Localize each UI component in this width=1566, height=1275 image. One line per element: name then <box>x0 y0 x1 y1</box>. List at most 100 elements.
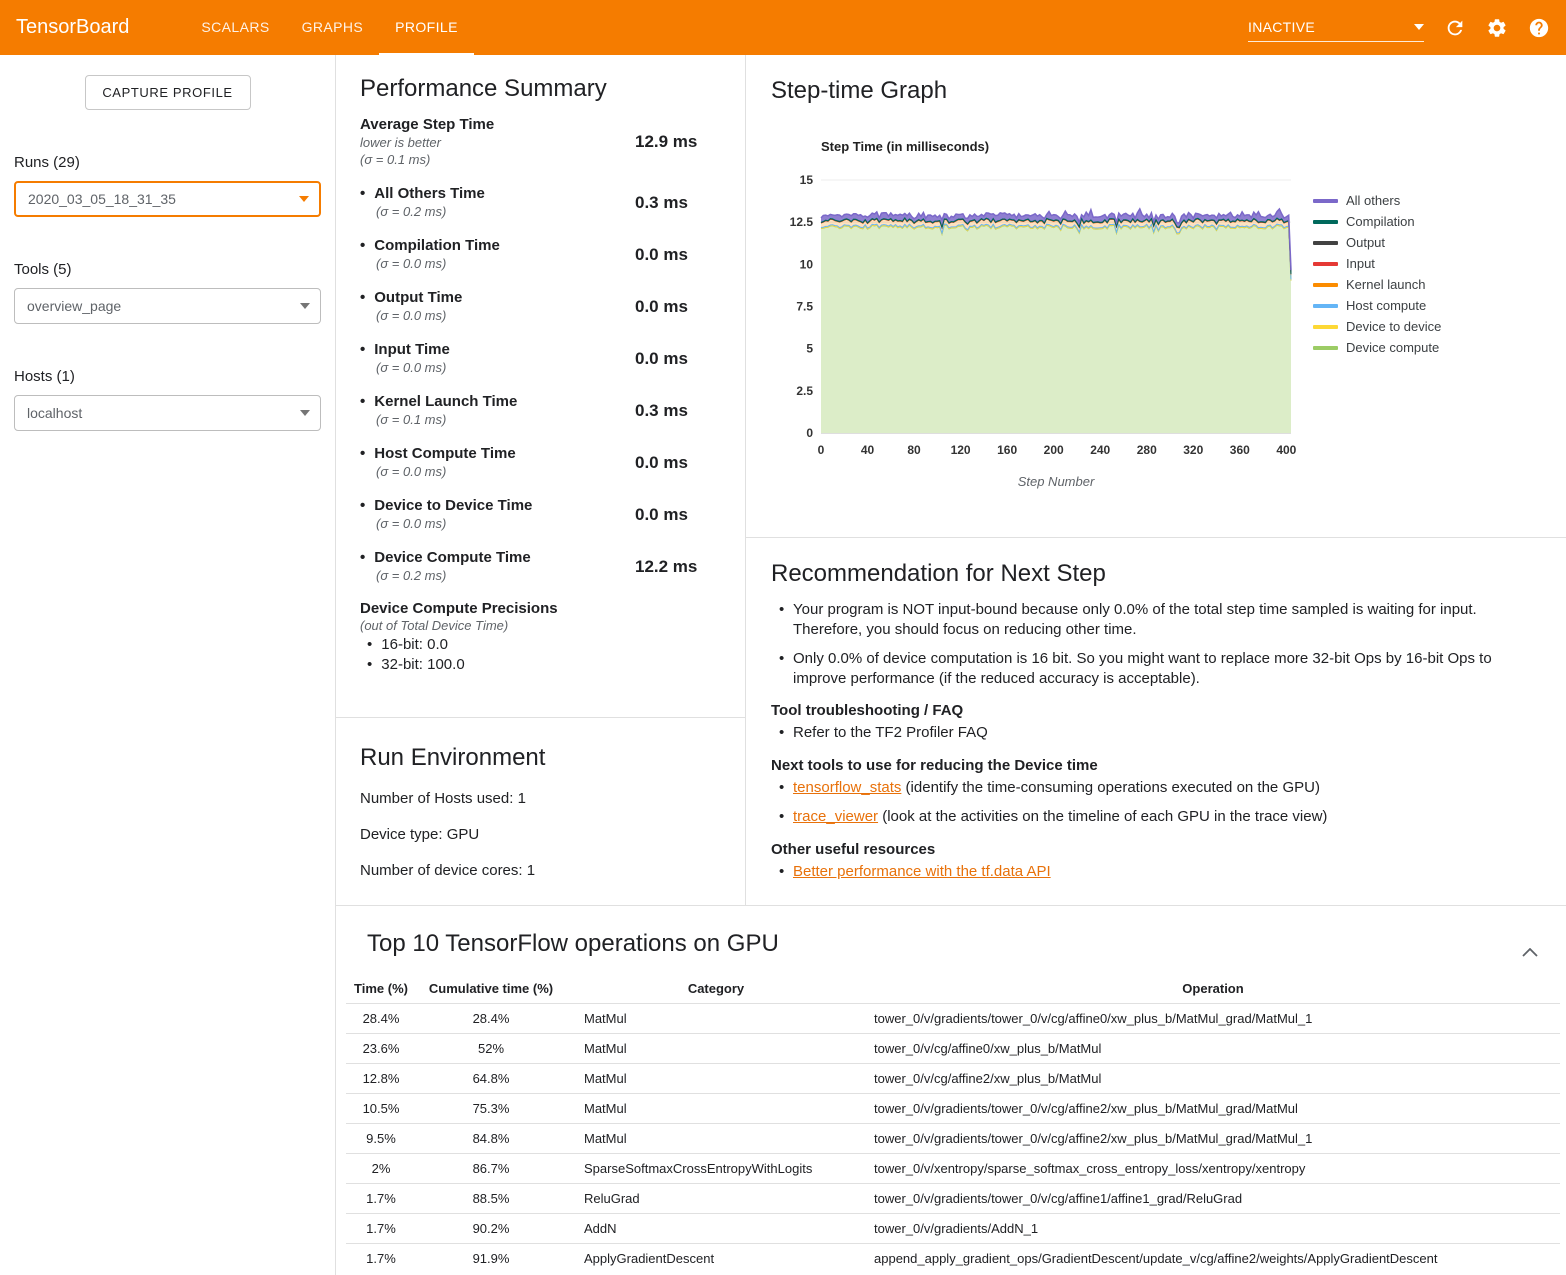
cell-time: 1.7% <box>346 1214 416 1244</box>
svg-text:12.5: 12.5 <box>790 215 814 229</box>
metric-value: 12.2 ms <box>635 557 705 577</box>
svg-text:160: 160 <box>997 443 1017 457</box>
device-compute-precisions: Device Compute Precisions (out of Total … <box>360 600 705 675</box>
metric-sigma: (σ = 0.0 ms) <box>360 255 635 272</box>
svg-text:2.5: 2.5 <box>796 384 813 398</box>
chevron-down-icon <box>1414 24 1424 30</box>
cell-operation: tower_0/v/cg/affine2/xw_plus_b/MatMul <box>866 1064 1560 1094</box>
cell-operation: tower_0/v/gradients/tower_0/v/cg/affine0… <box>866 1004 1560 1034</box>
precision-32bit: 32-bit: 100.0 <box>360 655 705 675</box>
svg-text:320: 320 <box>1183 443 1203 457</box>
precisions-label: Device Compute Precisions <box>360 600 705 617</box>
cell-operation: append_apply_gradient_ops/GradientDescen… <box>866 1244 1560 1274</box>
metric-value: 0.0 ms <box>635 349 705 369</box>
legend-item-kernel-launch: Kernel launch <box>1313 274 1441 295</box>
cell-time: 1.7% <box>346 1184 416 1214</box>
tab-graphs[interactable]: GRAPHS <box>286 0 380 55</box>
tensorflow-stats-link[interactable]: tensorflow_stats <box>793 779 901 796</box>
main-content: Performance Summary Average Step Time lo… <box>335 55 1566 1275</box>
precision-16bit: 16-bit: 0.0 <box>360 635 705 655</box>
recommendation-title: Recommendation for Next Step <box>771 560 1522 588</box>
collapse-section-icon[interactable] <box>1522 948 1538 957</box>
chart-title: Step Time (in milliseconds) <box>821 139 1566 154</box>
runs-select[interactable]: 2020_03_05_18_31_35 <box>14 181 321 217</box>
tool-item-text: (identify the time-consuming operations … <box>901 779 1320 796</box>
tool-item-text: (look at the activities on the timeline … <box>878 808 1327 825</box>
col-header-time: Time (%) <box>346 974 416 1004</box>
cell-time: 2% <box>346 1154 416 1184</box>
help-icon[interactable] <box>1528 17 1550 39</box>
cell-operation: tower_0/v/gradients/tower_0/v/cg/affine1… <box>866 1184 1560 1214</box>
legend-label: Input <box>1346 256 1375 271</box>
metric-all-others-time: All Others Time (σ = 0.2 ms) 0.3 ms <box>360 185 705 220</box>
tools-select-value: overview_page <box>27 298 121 314</box>
refresh-icon[interactable] <box>1444 17 1466 39</box>
metric-sigma: (σ = 0.1 ms) <box>360 151 635 168</box>
legend-item-output: Output <box>1313 232 1441 253</box>
app-header: TensorBoard SCALARS GRAPHS PROFILE INACT… <box>0 0 1566 55</box>
legend-item-compilation: Compilation <box>1313 211 1441 232</box>
col-header-cumulative: Cumulative time (%) <box>416 974 566 1004</box>
svg-text:120: 120 <box>951 443 971 457</box>
metric-label: Output Time <box>360 289 635 307</box>
legend-item-device-to-device: Device to device <box>1313 316 1441 337</box>
cell-category: AddN <box>566 1214 866 1244</box>
performance-summary-title: Performance Summary <box>360 75 705 103</box>
cell-operation: tower_0/v/xentropy/sparse_softmax_cross_… <box>866 1154 1560 1184</box>
tab-profile[interactable]: PROFILE <box>379 0 474 55</box>
tool-item: tensorflow_stats (identify the time-cons… <box>793 778 1522 798</box>
table-row: 9.5% 84.8% MatMul tower_0/v/gradients/to… <box>346 1124 1560 1154</box>
step-time-chart: 02.557.51012.515040801201602002402803203… <box>775 168 1311 490</box>
cell-category: MatMul <box>566 1094 866 1124</box>
legend-label: Host compute <box>1346 298 1426 313</box>
metric-sigma: (σ = 0.2 ms) <box>360 567 635 584</box>
tools-select[interactable]: overview_page <box>14 288 321 324</box>
legend-swatch <box>1313 346 1338 350</box>
hosts-select[interactable]: localhost <box>14 395 321 431</box>
svg-text:0: 0 <box>806 426 813 440</box>
legend-swatch <box>1313 241 1338 245</box>
metric-sigma: (σ = 0.0 ms) <box>360 359 635 376</box>
cell-category: MatMul <box>566 1034 866 1064</box>
cell-cumulative: 91.9% <box>416 1244 566 1274</box>
resources-heading: Other useful resources <box>771 841 1522 858</box>
table-row: 28.4% 28.4% MatMul tower_0/v/gradients/t… <box>346 1004 1560 1034</box>
recommendation-bullet: Your program is NOT input-bound because … <box>793 600 1522 639</box>
chevron-down-icon <box>300 303 310 309</box>
cell-time: 28.4% <box>346 1004 416 1034</box>
legend-label: Device to device <box>1346 319 1441 334</box>
hosts-label: Hosts (1) <box>14 368 321 385</box>
metric-device-to-device-time: Device to Device Time (σ = 0.0 ms) 0.0 m… <box>360 497 705 532</box>
svg-text:200: 200 <box>1044 443 1064 457</box>
run-status-select[interactable]: INACTIVE <box>1248 14 1424 42</box>
metric-label: Compilation Time <box>360 237 635 255</box>
cell-time: 12.8% <box>346 1064 416 1094</box>
top-ops-section: Top 10 TensorFlow operations on GPU Time… <box>336 905 1566 1275</box>
metric-value: 0.0 ms <box>635 505 705 525</box>
cell-cumulative: 64.8% <box>416 1064 566 1094</box>
cell-cumulative: 86.7% <box>416 1154 566 1184</box>
recommendation-bullet: Only 0.0% of device computation is 16 bi… <box>793 649 1522 688</box>
chevron-down-icon <box>299 196 309 202</box>
legend-label: Compilation <box>1346 214 1415 229</box>
cell-cumulative: 52% <box>416 1034 566 1064</box>
metric-sigma: (σ = 0.0 ms) <box>360 515 635 532</box>
chevron-down-icon <box>300 410 310 416</box>
legend-swatch <box>1313 325 1338 329</box>
metric-value: 0.0 ms <box>635 453 705 473</box>
tfdata-performance-link[interactable]: Better performance with the tf.data API <box>793 863 1051 880</box>
svg-text:240: 240 <box>1090 443 1110 457</box>
metric-sigma: (σ = 0.2 ms) <box>360 203 635 220</box>
metric-value: 0.0 ms <box>635 297 705 317</box>
legend-swatch <box>1313 220 1338 224</box>
table-row: 10.5% 75.3% MatMul tower_0/v/gradients/t… <box>346 1094 1560 1124</box>
run-env-device-cores: Number of device cores: 1 <box>360 861 721 880</box>
capture-profile-button[interactable]: CAPTURE PROFILE <box>85 75 251 110</box>
cell-category: ReluGrad <box>566 1184 866 1214</box>
settings-icon[interactable] <box>1486 17 1508 39</box>
trace-viewer-link[interactable]: trace_viewer <box>793 808 878 825</box>
metric-host-compute-time: Host Compute Time (σ = 0.0 ms) 0.0 ms <box>360 445 705 480</box>
runs-select-value: 2020_03_05_18_31_35 <box>28 191 176 207</box>
legend-item-device-compute: Device compute <box>1313 337 1441 358</box>
tab-scalars[interactable]: SCALARS <box>185 0 285 55</box>
